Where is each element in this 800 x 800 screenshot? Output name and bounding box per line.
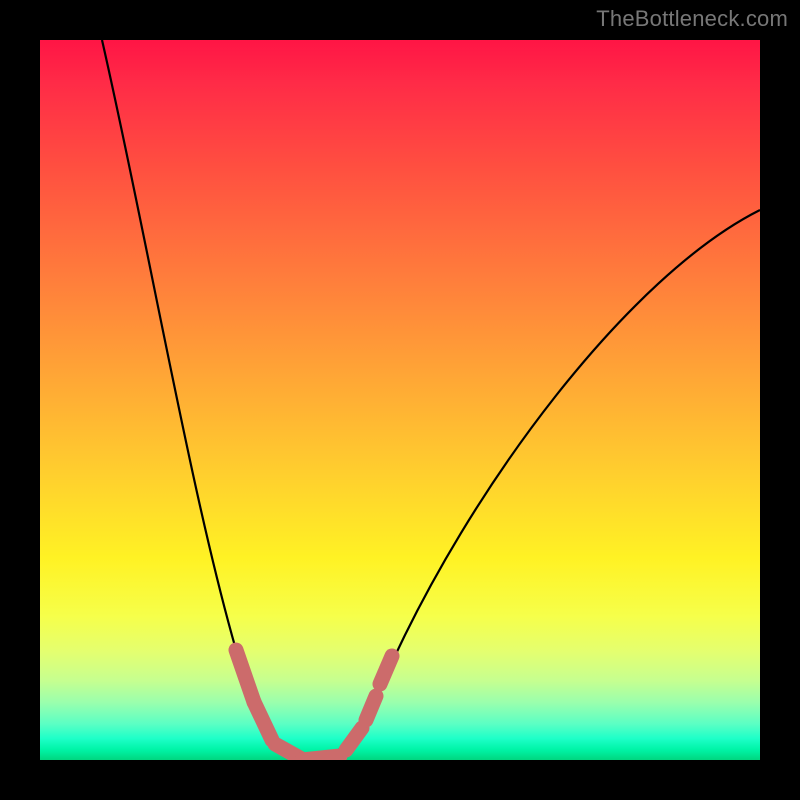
highlight-seg-1 [254,702,272,740]
chart-frame: TheBottleneck.com [0,0,800,800]
highlight-seg-3 [302,756,340,760]
highlight-seg-5 [366,696,376,720]
highlight-band [236,650,392,760]
bottleneck-curve [102,40,760,760]
curve-layer [40,40,760,760]
plot-area [40,40,760,760]
highlight-seg-6 [380,656,392,684]
watermark-label: TheBottleneck.com [596,6,788,32]
highlight-seg-0 [236,650,254,702]
highlight-seg-4 [346,728,362,750]
